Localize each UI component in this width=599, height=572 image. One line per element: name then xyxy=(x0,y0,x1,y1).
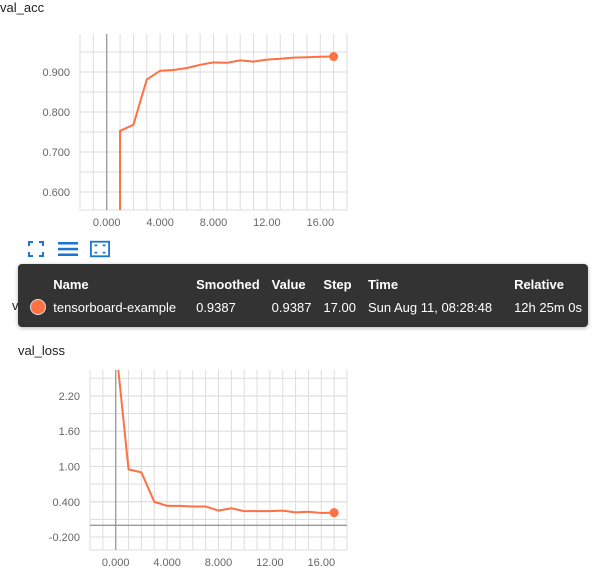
val-loss-series-line xyxy=(117,370,335,514)
tooltip-swatch-cell xyxy=(28,294,47,320)
val-loss-xtick-label: 8.000 xyxy=(205,557,233,569)
val-loss-ytick-label: 2.20 xyxy=(59,391,80,403)
tooltip-header-relative: Relative xyxy=(514,277,564,292)
tooltip-header-time: Time xyxy=(367,277,399,292)
val-loss-ytick-label: 1.60 xyxy=(59,426,80,438)
hover-tooltip: Name Smoothed Value Step Time Relative t… xyxy=(18,264,588,327)
val-loss-xtick-label: 0.000 xyxy=(102,557,130,569)
tooltip-value: 0.9387 xyxy=(271,299,312,315)
tooltip-step: 17.00 xyxy=(323,299,356,315)
tooltip-data-row: tensorboard-example 0.9387 0.9387 17.00 … xyxy=(28,294,588,320)
tooltip-relative: 12h 25m 0s xyxy=(514,299,582,315)
tooltip-run-name: tensorboard-example xyxy=(53,299,177,315)
val-loss-xtick-label: 16.00 xyxy=(308,557,336,569)
tooltip-header-name: Name xyxy=(53,277,89,292)
tooltip-header-smoothed: Smoothed xyxy=(196,277,260,292)
tooltip-header-step: Step xyxy=(323,277,352,292)
val-loss-ytick-label: 0.400 xyxy=(52,497,80,509)
tooltip-table: Name Smoothed Value Step Time Relative t… xyxy=(28,275,588,320)
val-loss-xtick-label: 4.000 xyxy=(153,557,181,569)
val-loss-ytick-label: -0.200 xyxy=(49,532,80,544)
tooltip-header-swatch xyxy=(28,275,47,294)
val-loss-xtick-label: 12.00 xyxy=(256,557,284,569)
val-loss-hover-point xyxy=(329,508,339,518)
tooltip-time: Sun Aug 11, 08:28:48 xyxy=(367,299,493,315)
tooltip-header-value: Value xyxy=(271,277,306,292)
run-color-swatch xyxy=(30,299,46,316)
val-loss-ytick-label: 1.00 xyxy=(59,461,80,473)
tooltip-header-row: Name Smoothed Value Step Time Relative xyxy=(28,275,588,294)
tooltip-smoothed-value: 0.9387 xyxy=(196,299,236,315)
